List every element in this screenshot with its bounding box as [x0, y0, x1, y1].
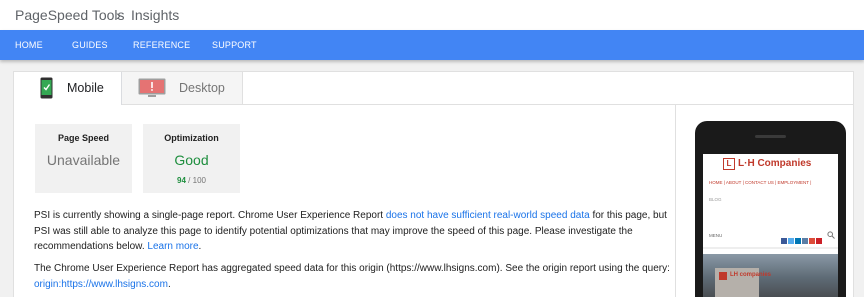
origin-query-link[interactable]: origin:https://www.lhsigns.com: [34, 279, 168, 290]
optimization-title: Optimization: [164, 133, 219, 143]
nav-support[interactable]: SUPPORT: [212, 40, 257, 50]
site-menu-label: MENU: [709, 233, 723, 238]
google-plus-icon: [809, 238, 815, 244]
tab-mobile[interactable]: Mobile: [14, 72, 122, 105]
column-divider: [675, 105, 676, 297]
mobile-screenshot: L L·H Companies HOME | ABOUT | CONTACT U…: [703, 154, 838, 297]
tab-desktop-label: Desktop: [179, 81, 225, 95]
single-page-report-notice: PSI is currently showing a single-page r…: [34, 208, 670, 255]
optimization-score-number: 94: [177, 176, 186, 185]
linkedin-icon: [795, 238, 801, 244]
page-speed-card: Page Speed Unavailable: [35, 124, 132, 193]
facebook-icon: [781, 238, 787, 244]
optimization-card: Optimization Good 94 / 100: [143, 124, 240, 193]
social-icon: [802, 238, 808, 244]
building-sign-text: LH companies: [730, 272, 772, 278]
notice-period: .: [198, 241, 202, 252]
nav-reference[interactable]: REFERENCE: [133, 40, 190, 50]
notice-text: PSI is currently showing a single-page r…: [34, 210, 386, 221]
learn-more-link[interactable]: Learn more: [147, 241, 198, 252]
site-logo-mark: L: [723, 158, 735, 170]
page-speed-value: Unavailable: [46, 152, 121, 168]
optimization-score: 94 / 100: [143, 176, 240, 185]
breadcrumb-root-link[interactable]: PageSpeed Tools: [15, 7, 125, 23]
site-blog-link: BLOG: [709, 197, 722, 202]
device-tabs: Mobile Desktop: [14, 72, 853, 105]
mobile-preview-phone: L L·H Companies HOME | ABOUT | CONTACT U…: [695, 121, 846, 297]
optimization-value: Good: [174, 152, 209, 168]
phone-speaker: [755, 135, 786, 138]
breadcrumb-separator: ›: [116, 7, 121, 23]
desktop-monitor-icon: [138, 78, 166, 97]
twitter-icon: [788, 238, 794, 244]
origin-report-notice: The Chrome User Experience Report has ag…: [34, 261, 670, 292]
preview-divider: [703, 247, 838, 249]
top-nav: HOME GUIDES REFERENCE SUPPORT: [0, 30, 864, 60]
nav-home[interactable]: HOME: [15, 40, 43, 50]
nav-guides[interactable]: GUIDES: [72, 40, 108, 50]
breadcrumb-current: Insights: [131, 7, 180, 23]
pinterest-icon: [816, 238, 822, 244]
search-icon: [827, 231, 835, 239]
tab-mobile-label: Mobile: [67, 81, 104, 95]
building-photo: LH companies: [703, 254, 838, 297]
page-speed-title: Page Speed: [57, 133, 110, 143]
breadcrumb: PageSpeed Tools › Insights: [0, 0, 864, 30]
mobile-phone-icon: [40, 77, 53, 99]
results-panel: Mobile Desktop Page Speed Unavailable Op…: [13, 71, 854, 297]
origin-period: .: [167, 278, 171, 290]
insufficient-data-link[interactable]: does not have sufficient real-world spee…: [386, 210, 590, 221]
site-nav: HOME | ABOUT | CONTACT US | EMPLOYMENT |: [709, 180, 812, 185]
site-logo-text: L·H Companies: [738, 158, 812, 169]
tab-desktop[interactable]: Desktop: [122, 72, 243, 104]
optimization-score-max: / 100: [188, 176, 206, 185]
building-logo-mark: [719, 272, 727, 280]
origin-text: The Chrome User Experience Report has ag…: [34, 263, 670, 274]
